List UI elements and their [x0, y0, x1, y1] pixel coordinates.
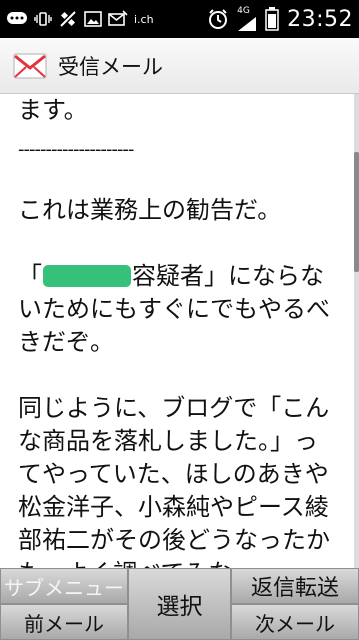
message-line: な商品を落札しました。」っ [18, 427, 318, 455]
message-line: てやっていた、ほしのあきや [18, 460, 329, 488]
submenu-button[interactable]: サブメニュー [0, 568, 128, 604]
message-line: これは業務上の勧告だ。 [18, 196, 282, 224]
ich-label: i.ch [134, 12, 154, 26]
message-line-redacted: 「 容疑者」にならな [18, 260, 353, 293]
scrollbar-thumb[interactable] [354, 152, 359, 272]
signal-off-icon [58, 9, 78, 29]
next-mail-button[interactable]: 次メール [231, 604, 359, 640]
battery-icon [265, 7, 279, 31]
message-line: 同じように、ブログで「こん [18, 394, 330, 422]
message-text: 「 [18, 262, 42, 290]
network-label: 4G [237, 5, 250, 16]
alarm-icon [207, 8, 229, 30]
envelope-icon [12, 51, 48, 81]
message-line: いためにもすぐにでもやるべ [18, 295, 330, 323]
message-line: も、よく調べてみな。 [18, 557, 353, 568]
status-icons: i.ch [0, 0, 154, 38]
vibrate-icon [34, 10, 52, 28]
clock: 23:52 [287, 6, 353, 32]
message-body[interactable]: ます。 --------------------- これは業務上の勧告だ。 「 容… [0, 94, 359, 568]
message-line: ます。 [18, 96, 88, 124]
chat-bubble-icon [6, 11, 28, 27]
page-title: 受信メール [58, 54, 163, 79]
mail-notify-icon [108, 10, 128, 28]
status-bar: i.ch 4G 23:52 [0, 0, 359, 38]
image-icon [84, 11, 102, 27]
message-line: 部祐二がその後どうなったか [18, 526, 330, 554]
softkey-bar: サブメニュー 前メール 選択 返信転送 次メール [0, 568, 359, 640]
message-line: 松金洋子、小森純やピース綾 [18, 493, 329, 521]
message-line: きだぞ。 [18, 328, 114, 356]
status-right: 4G 23:52 [207, 0, 353, 38]
message-text: 容疑者」にならな [132, 262, 324, 290]
message-divider: --------------------- [18, 139, 134, 160]
select-button[interactable]: 選択 [128, 568, 231, 640]
prev-mail-button[interactable]: 前メール [0, 604, 128, 640]
reply-forward-button[interactable]: 返信転送 [231, 568, 359, 604]
title-bar: 受信メール [0, 38, 359, 94]
redaction-mark [43, 265, 131, 287]
signal-bars-icon: 4G [237, 5, 257, 32]
